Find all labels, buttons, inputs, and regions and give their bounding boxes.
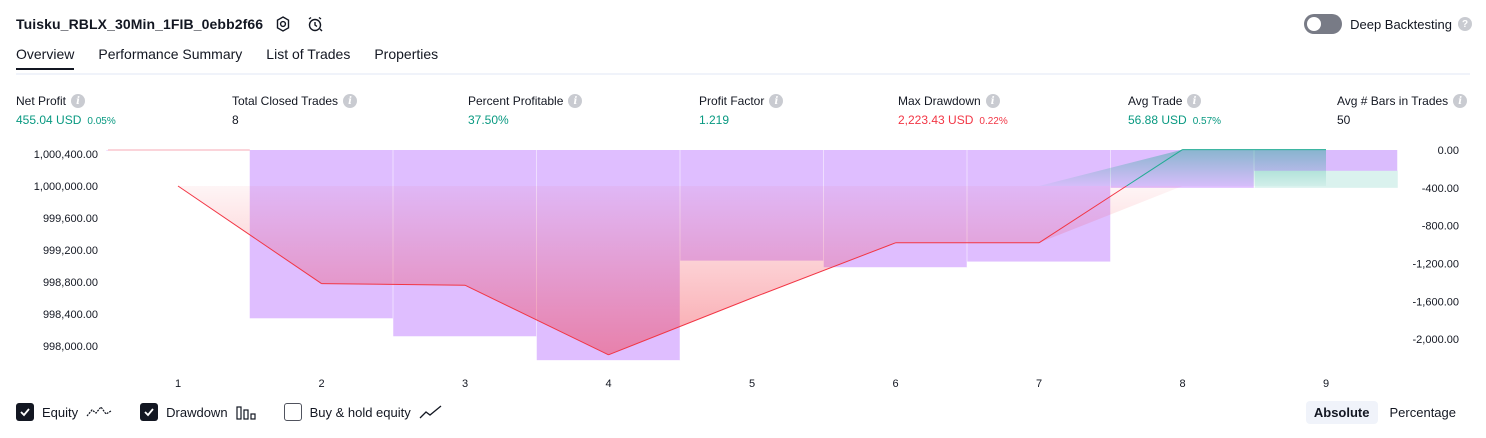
metric-total-closed-trades: Total Closed Trades i 8 — [232, 93, 358, 127]
tab-properties[interactable]: Properties — [374, 46, 438, 70]
left-axis: 1,000,400.00 1,000,000.00 999,600.00 999,20… — [34, 149, 98, 353]
deep-backtesting: Deep Backtesting ? — [1304, 12, 1472, 36]
left-tick-label: 999,600.00 — [43, 213, 98, 225]
metric-value: 37.50% — [468, 113, 509, 127]
info-icon[interactable]: i — [1453, 94, 1468, 108]
x-axis: 1 2 3 4 5 6 7 8 9 — [175, 378, 1329, 390]
x-tick-label: 6 — [892, 378, 898, 390]
metric-label: Percent Profitable — [468, 94, 564, 108]
alarm-clock-icon[interactable] — [303, 12, 327, 36]
metric-value: 8 — [232, 113, 239, 127]
scale-mode-switch: Absolute Percentage — [1302, 401, 1464, 424]
checkbox-unchecked-icon — [283, 403, 302, 421]
left-tick-label: 999,200.00 — [43, 245, 98, 257]
x-tick-label: 2 — [318, 378, 324, 390]
info-icon[interactable]: i — [1187, 94, 1202, 108]
right-tick-label: -2,000.00 — [1413, 334, 1459, 346]
x-tick-label: 7 — [1036, 378, 1042, 390]
buyhold-line-icon — [419, 405, 442, 419]
metric-value: 50 — [1337, 113, 1351, 127]
chart-legend: Equity Drawdown Buy & hold equity — [16, 403, 471, 421]
metric-avg-trade: Avg Trade i 56.88 USD 0.57% — [1128, 93, 1221, 127]
buyhold-checkbox[interactable]: Buy & hold equity — [283, 403, 443, 421]
equity-checkbox[interactable]: Equity — [16, 403, 112, 421]
metric-label: Max Drawdown — [898, 94, 981, 108]
metrics-row: Net Profit i 455.04 USD 0.05% Total Closed… — [0, 93, 1486, 129]
equity-line-icon — [86, 406, 112, 417]
metric-label: Net Profit — [16, 94, 67, 108]
equity-drawdown-chart[interactable]: 1,000,400.00 1,000,000.00 999,600.00 999,20… — [0, 140, 1486, 396]
absolute-button[interactable]: Absolute — [1305, 401, 1378, 424]
metric-net-profit: Net Profit i 455.04 USD 0.05% — [16, 93, 116, 127]
left-tick-label: 998,400.00 — [43, 309, 98, 321]
right-tick-label: -400.00 — [1422, 183, 1459, 195]
metric-percent-profitable: Percent Profitable i 37.50% — [468, 93, 583, 127]
strategy-title: Tuisku_RBLX_30Min_1FIB_0ebb2f66 — [16, 16, 264, 32]
drawdown-checkbox[interactable]: Drawdown — [140, 403, 256, 421]
percentage-button[interactable]: Percentage — [1382, 401, 1465, 424]
right-tick-label: -1,600.00 — [1413, 296, 1459, 308]
tab-bar: Overview Performance Summary List of Tra… — [16, 46, 462, 70]
equity-label: Equity — [42, 404, 79, 420]
metric-percent: 0.22% — [979, 116, 1008, 127]
drawdown-bars-icon — [235, 406, 256, 420]
metric-profit-factor: Profit Factor i 1.219 — [699, 93, 784, 127]
x-tick-label: 4 — [605, 378, 611, 390]
metric-label: Avg # Bars in Trades — [1337, 94, 1449, 108]
metric-label: Profit Factor — [699, 94, 765, 108]
settings-gear-icon[interactable] — [271, 12, 295, 36]
equity-area-loss — [178, 186, 1326, 355]
deep-backtesting-label: Deep Backtesting — [1350, 16, 1452, 32]
x-tick-label: 9 — [1323, 378, 1329, 390]
metric-label: Avg Trade — [1128, 94, 1183, 108]
left-tick-label: 998,800.00 — [43, 277, 98, 289]
x-tick-label: 8 — [1179, 378, 1185, 390]
right-tick-label: -1,200.00 — [1413, 258, 1459, 270]
metric-value: 2,223.43 USD — [898, 113, 974, 127]
tab-performance-summary[interactable]: Performance Summary — [98, 46, 242, 70]
toggle-knob — [1307, 17, 1322, 31]
metric-value: 56.88 USD — [1128, 113, 1187, 127]
metric-label: Total Closed Trades — [232, 94, 339, 108]
info-icon[interactable]: i — [985, 94, 1000, 108]
right-tick-label: 0.00 — [1438, 145, 1459, 157]
left-tick-label: 1,000,400.00 — [34, 149, 98, 161]
help-icon[interactable]: ? — [1458, 17, 1472, 31]
checkbox-checked-icon — [140, 403, 159, 421]
info-icon[interactable]: i — [568, 94, 583, 108]
tab-list-of-trades[interactable]: List of Trades — [266, 46, 350, 70]
strategy-header: Tuisku_RBLX_30Min_1FIB_0ebb2f66 — [16, 12, 327, 36]
drawdown-label: Drawdown — [166, 404, 228, 420]
info-icon[interactable]: i — [343, 94, 358, 108]
tab-divider — [16, 73, 1470, 75]
info-icon[interactable]: i — [769, 94, 784, 108]
metric-percent: 0.05% — [87, 116, 116, 127]
metric-avg-bars: Avg # Bars in Trades i 50 — [1337, 93, 1468, 127]
metric-percent: 0.57% — [1192, 116, 1222, 127]
checkbox-checked-icon — [16, 403, 34, 421]
x-tick-label: 1 — [175, 378, 181, 390]
metric-value: 455.04 USD — [16, 113, 82, 127]
left-tick-label: 1,000,000.00 — [34, 181, 98, 193]
info-icon[interactable]: i — [71, 94, 86, 108]
left-tick-label: 998,000.00 — [43, 341, 98, 353]
tab-overview[interactable]: Overview — [16, 46, 75, 70]
buyhold-label: Buy & hold equity — [309, 404, 411, 420]
x-tick-label: 5 — [749, 378, 755, 390]
metric-value: 1.219 — [699, 113, 730, 127]
x-tick-label: 3 — [462, 378, 468, 390]
metric-max-drawdown: Max Drawdown i 2,223.43 USD 0.22% — [898, 93, 1008, 127]
right-tick-label: -800.00 — [1422, 221, 1459, 233]
right-axis: 0.00 -400.00 -800.00 -1,200.00 -1,600.00 -2,0… — [1413, 145, 1459, 346]
deep-backtesting-toggle[interactable] — [1304, 14, 1343, 34]
